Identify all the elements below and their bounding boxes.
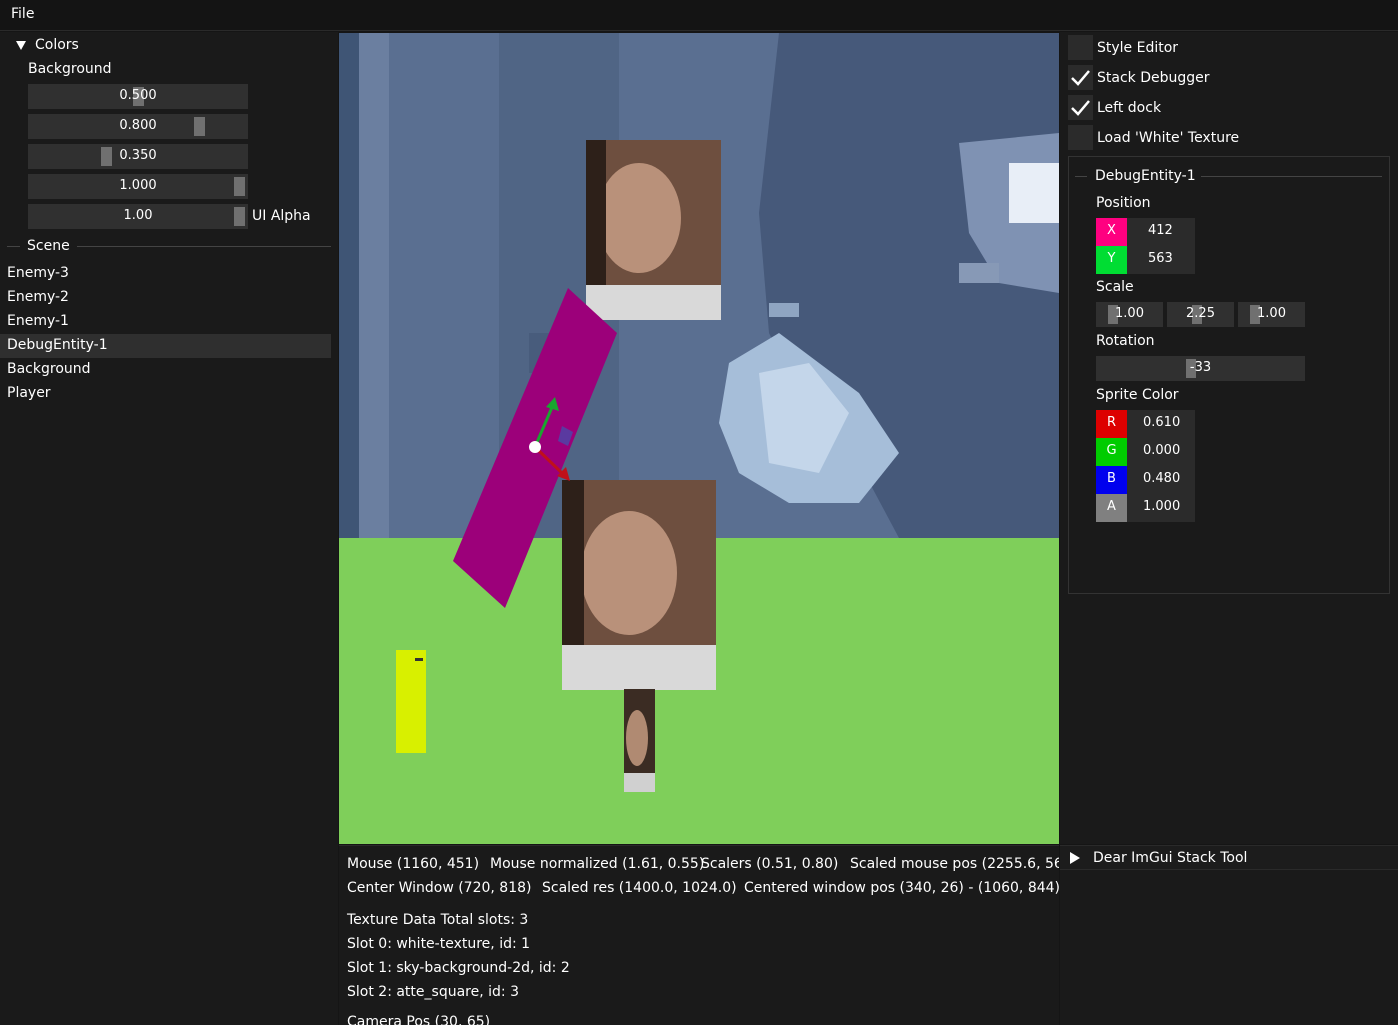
scene-header: Scene xyxy=(27,238,70,254)
texture-slot-2: Slot 2: atte_square, id: 3 xyxy=(347,984,519,1000)
game-viewport[interactable] xyxy=(339,33,1059,844)
entity-header: DebugEntity-1 xyxy=(1095,168,1196,184)
player-sprite[interactable] xyxy=(396,650,426,753)
gizmo-center-handle[interactable] xyxy=(529,441,541,453)
enemy-face-skin xyxy=(626,710,648,766)
scene-canvas[interactable] xyxy=(339,33,1059,844)
scaled-mouse-text: Scaled mouse pos (2255.6, 564 xyxy=(850,856,1059,872)
scene-item-enemy-3[interactable]: Enemy-3 xyxy=(0,262,331,286)
player-detail xyxy=(415,658,423,661)
slider-value: 2.25 xyxy=(1186,306,1215,321)
stack-tool-title: Dear ImGui Stack Tool xyxy=(1093,850,1248,866)
slider-value: 0.350 xyxy=(119,148,157,163)
texture-slot-1: Slot 1: sky-background-2d, id: 2 xyxy=(347,960,570,976)
rotation-slider[interactable]: -33 xyxy=(1096,356,1305,381)
scale-z-slider[interactable]: 1.00 xyxy=(1238,302,1305,327)
stack-debugger-label[interactable]: Stack Debugger xyxy=(1097,70,1210,86)
enemy-hair xyxy=(586,140,606,285)
scale-x-slider[interactable]: 1.00 xyxy=(1096,302,1163,327)
camera-pos-text: Camera Pos (30, 65) xyxy=(347,1014,491,1025)
color-b-badge: B xyxy=(1096,466,1127,494)
enemy-shirt xyxy=(562,645,716,690)
color-r-field[interactable]: 0.610 xyxy=(1127,410,1195,438)
stack-tool-titlebar[interactable]: Dear ImGui Stack Tool xyxy=(1060,846,1398,870)
sky-cloud xyxy=(769,303,799,317)
center-window-text: Center Window (720, 818) xyxy=(347,880,532,896)
left-dock-label[interactable]: Left dock xyxy=(1097,100,1161,116)
scene-item-player[interactable]: Player xyxy=(0,382,331,406)
separator xyxy=(1201,176,1382,177)
color-b-field[interactable]: 0.480 xyxy=(1127,466,1195,494)
slider-value: -33 xyxy=(1189,360,1212,375)
enemy-face-skin xyxy=(597,163,681,273)
position-y-badge: Y xyxy=(1096,246,1127,274)
background-label: Background xyxy=(28,61,112,77)
background-alpha-slider[interactable]: 1.000 xyxy=(28,174,248,199)
scene-item-background[interactable]: Background xyxy=(0,358,331,382)
collapse-arrow-icon[interactable] xyxy=(16,41,26,50)
position-label: Position xyxy=(1096,195,1151,211)
sky-shadow xyxy=(339,33,359,538)
stack-debugger-checkbox[interactable] xyxy=(1068,65,1093,90)
debug-info-panel: Mouse (1160, 451) Mouse normalized (1.61… xyxy=(339,845,1059,1025)
position-x-badge: X xyxy=(1096,218,1127,246)
enemy-face-skin xyxy=(581,511,677,635)
scale-y-slider[interactable]: 2.25 xyxy=(1167,302,1234,327)
slider-value: 1.00 xyxy=(123,208,153,223)
enemy-hair xyxy=(562,480,584,645)
left-dock-checkbox[interactable] xyxy=(1068,95,1093,120)
color-a-field[interactable]: 1.000 xyxy=(1127,494,1195,522)
stack-tool-window: Dear ImGui Stack Tool xyxy=(1060,845,1398,1025)
scene-item-enemy-2[interactable]: Enemy-2 xyxy=(0,286,331,310)
mouse-normalized-text: Mouse normalized (1.61, 0.55) xyxy=(490,856,705,872)
texture-slot-0: Slot 0: white-texture, id: 1 xyxy=(347,936,531,952)
separator xyxy=(1075,176,1087,177)
position-y-field[interactable]: 563 xyxy=(1127,246,1195,274)
scene-item-enemy-1[interactable]: Enemy-1 xyxy=(0,310,331,334)
mouse-pos-text: Mouse (1160, 451) xyxy=(347,856,480,872)
enemy-shirt xyxy=(624,773,655,792)
style-editor-label[interactable]: Style Editor xyxy=(1097,40,1178,56)
enemy-shirt xyxy=(586,285,721,320)
separator xyxy=(7,246,20,247)
file-menu[interactable]: File xyxy=(11,6,34,22)
style-editor-checkbox[interactable] xyxy=(1068,35,1093,60)
menu-bar: File xyxy=(0,0,1398,31)
scalers-text: Scalers (0.51, 0.80) xyxy=(701,856,839,872)
color-g-field[interactable]: 0.000 xyxy=(1127,438,1195,466)
sky-column xyxy=(359,33,389,538)
slider-value: 1.00 xyxy=(1257,306,1286,321)
sky-cloud xyxy=(959,263,999,283)
load-white-texture-label[interactable]: Load 'White' Texture xyxy=(1097,130,1239,146)
slider-value: 1.00 xyxy=(1115,306,1144,321)
slider-value: 0.500 xyxy=(119,88,157,103)
checkmark-icon xyxy=(1071,100,1090,116)
slider-value: 0.800 xyxy=(119,118,157,133)
rotation-label: Rotation xyxy=(1096,333,1155,349)
position-x-field[interactable]: 412 xyxy=(1127,218,1195,246)
load-white-texture-checkbox[interactable] xyxy=(1068,125,1093,150)
ui-alpha-slider[interactable]: 1.00 xyxy=(28,204,248,229)
texture-data-title: Texture Data Total slots: 3 xyxy=(347,912,529,928)
scene-item-debugentity-1[interactable]: DebugEntity-1 xyxy=(0,334,331,358)
scale-label: Scale xyxy=(1096,279,1134,295)
color-a-badge: A xyxy=(1096,494,1127,522)
centered-window-text: Centered window pos (340, 26) - (1060, 8… xyxy=(744,880,1059,896)
background-blue-slider[interactable]: 0.350 xyxy=(28,144,248,169)
background-red-slider[interactable]: 0.500 xyxy=(28,84,248,109)
background-green-slider[interactable]: 0.800 xyxy=(28,114,248,139)
scaled-res-text: Scaled res (1400.0, 1024.0) xyxy=(542,880,737,896)
ui-alpha-label: UI Alpha xyxy=(252,208,311,224)
color-r-badge: R xyxy=(1096,410,1127,438)
color-g-badge: G xyxy=(1096,438,1127,466)
separator xyxy=(77,246,331,247)
checkmark-icon xyxy=(1071,70,1090,86)
expand-arrow-icon[interactable] xyxy=(1070,852,1080,864)
colors-header[interactable]: Colors xyxy=(35,37,79,53)
sky-cloud-bright xyxy=(1009,163,1059,223)
sprite-color-label: Sprite Color xyxy=(1096,387,1179,403)
slider-value: 1.000 xyxy=(119,178,157,193)
